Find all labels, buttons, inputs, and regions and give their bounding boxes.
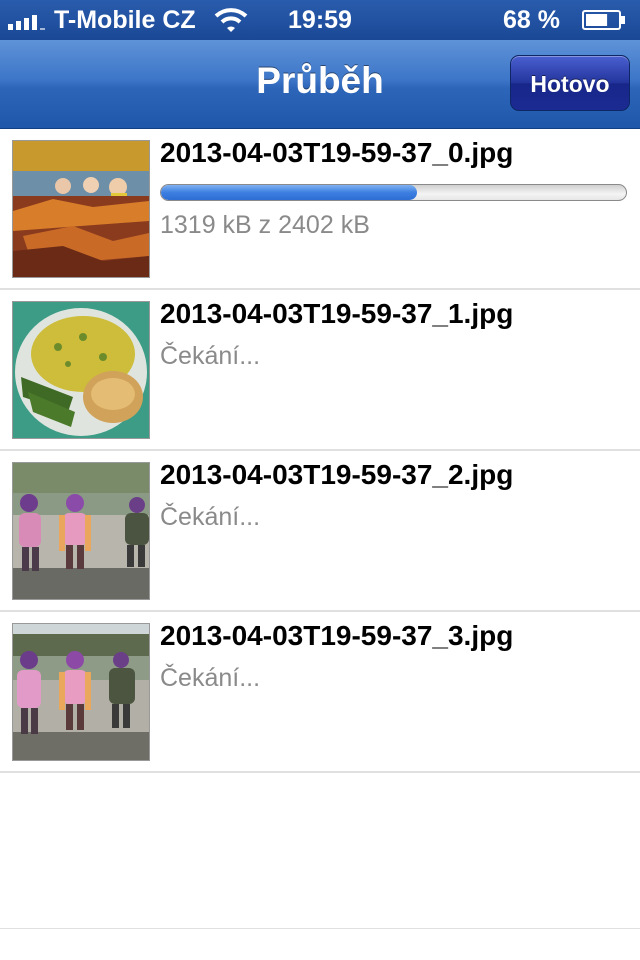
battery-icon xyxy=(582,10,625,30)
divider xyxy=(0,928,640,929)
upload-progress-fill xyxy=(161,185,417,200)
list-item[interactable]: 2013-04-03T19-59-37_1.jpg Čekání... xyxy=(0,290,640,451)
status-bar: T-Mobile CZ 19:59 68 % xyxy=(0,0,640,40)
file-name: 2013-04-03T19-59-37_3.jpg xyxy=(160,620,514,651)
upload-status: Čekání... xyxy=(160,503,261,531)
file-name: 2013-04-03T19-59-37_1.jpg xyxy=(160,298,514,329)
file-name: 2013-04-03T19-59-37_0.jpg xyxy=(160,137,514,168)
navigation-bar: Průběh Hotovo xyxy=(0,40,640,129)
upload-status: Čekání... xyxy=(160,664,261,692)
battery-percentage: 68 % xyxy=(503,6,560,34)
list-item[interactable]: 2013-04-03T19-59-37_3.jpg Čekání... xyxy=(0,612,640,773)
photo-thumbnail xyxy=(12,301,150,439)
list-item[interactable]: 2013-04-03T19-59-37_0.jpg 1319 kB z 2402… xyxy=(0,129,640,290)
done-button[interactable]: Hotovo xyxy=(510,55,630,111)
list-item[interactable]: 2013-04-03T19-59-37_2.jpg Čekání... xyxy=(0,451,640,612)
file-name: 2013-04-03T19-59-37_2.jpg xyxy=(160,459,514,490)
upload-progress-bar xyxy=(160,184,627,201)
photo-thumbnail xyxy=(12,623,150,761)
upload-status: 1319 kB z 2402 kB xyxy=(160,211,370,239)
photo-thumbnail xyxy=(12,462,150,600)
upload-status: Čekání... xyxy=(160,342,261,370)
photo-thumbnail xyxy=(12,140,150,278)
upload-list: 2013-04-03T19-59-37_0.jpg 1319 kB z 2402… xyxy=(0,129,640,773)
